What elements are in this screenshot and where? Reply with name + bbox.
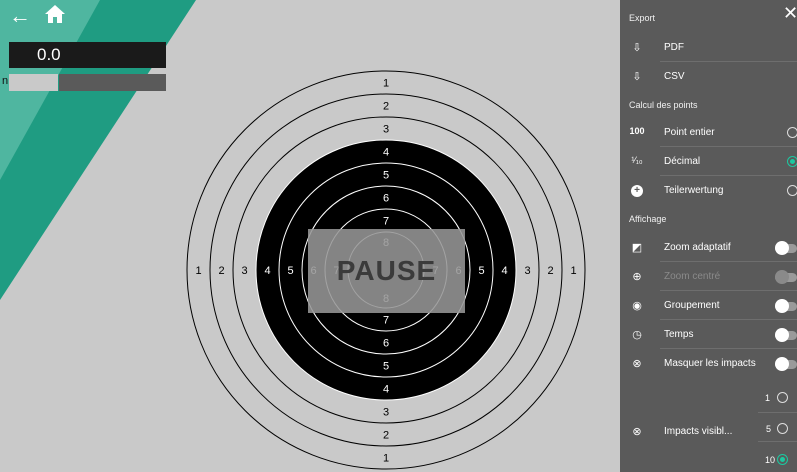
- section-export-title: Export: [629, 13, 656, 23]
- zoom-adaptive-item[interactable]: ◩ Zoom adaptatif: [620, 233, 797, 262]
- impacts-option-10-label: 10: [765, 455, 776, 465]
- impacts-option-1-label: 1: [765, 393, 771, 403]
- ring-label: 5: [383, 361, 389, 373]
- export-pdf-label: PDF: [664, 42, 684, 53]
- zoom-adaptive-toggle[interactable]: [775, 241, 797, 255]
- crop-icon: ◩: [631, 242, 643, 254]
- progress-bar-track: [9, 74, 58, 91]
- ring-side-label: 1: [570, 265, 576, 277]
- ring-label: 2: [383, 430, 389, 442]
- ring-label: 1: [383, 453, 389, 465]
- export-csv-label: CSV: [664, 71, 685, 82]
- time-item[interactable]: ◷ Temps: [620, 320, 797, 349]
- impacts-option-5-radio[interactable]: [777, 423, 788, 434]
- pause-label[interactable]: PAUSE: [308, 229, 465, 313]
- points-decimal-radio[interactable]: [787, 156, 797, 167]
- section-display-title: Affichage: [629, 214, 667, 224]
- download-icon: ⇩: [632, 42, 642, 54]
- home-icon[interactable]: [44, 4, 66, 29]
- ring-label: 4: [383, 384, 389, 396]
- ring-side-label: 4: [264, 265, 270, 277]
- plus-circle-icon: +: [631, 185, 643, 197]
- hide-impacts-toggle[interactable]: [775, 357, 797, 371]
- points-teiler-radio[interactable]: [787, 185, 797, 196]
- settings-panel: Export ✕ ⇩ PDF ⇩ CSV Calcul des points 1…: [620, 0, 797, 472]
- ring-label: 1: [383, 78, 389, 90]
- crosshair-icon: ⊕: [632, 271, 642, 283]
- time-label: Temps: [664, 329, 694, 340]
- progress-bar-fill: [59, 74, 166, 91]
- ring-label: 7: [383, 315, 389, 327]
- hide-impacts-label: Masquer les impacts: [664, 358, 756, 369]
- ring-label: 6: [383, 338, 389, 350]
- decimal-icon: ¹⁄₁₀: [631, 155, 643, 165]
- ring-label: 7: [383, 216, 389, 228]
- ring-label: 2: [383, 101, 389, 113]
- ring-label: 3: [383, 407, 389, 419]
- ring-label: 5: [383, 170, 389, 182]
- zoom-centered-toggle: [775, 270, 797, 284]
- target-area: 112233445566778811223344556677 ← 0.0 n P…: [0, 0, 620, 472]
- bar-label: n: [2, 75, 9, 87]
- grouping-label: Groupement: [664, 300, 720, 311]
- score-value: 0.0: [37, 45, 61, 64]
- ring-label: 6: [383, 193, 389, 205]
- eye-icon: ◉: [632, 300, 642, 312]
- ring-label: 3: [383, 124, 389, 136]
- hide-impacts-item[interactable]: ⊗ Masquer les impacts: [620, 349, 797, 378]
- back-arrow-icon[interactable]: ←: [9, 4, 31, 28]
- grouping-toggle[interactable]: [775, 299, 797, 313]
- points-teiler-label: Teilerwertung: [664, 185, 724, 196]
- ring-side-label: 2: [218, 265, 224, 277]
- ring-side-label: 5: [478, 265, 484, 277]
- zoom-centered-label: Zoom centré: [664, 271, 721, 282]
- time-toggle[interactable]: [775, 328, 797, 342]
- impacts-option-5-label: 5: [766, 424, 772, 434]
- visible-impacts-icon: ⊗: [632, 426, 642, 438]
- ring-side-label: 5: [287, 265, 293, 277]
- timer-icon: ◷: [632, 329, 642, 341]
- section-points-title: Calcul des points: [629, 100, 698, 110]
- export-pdf-item[interactable]: ⇩ PDF: [620, 33, 797, 62]
- close-icon[interactable]: ✕: [783, 3, 797, 24]
- ring-label: 4: [383, 147, 389, 159]
- integer-icon: 100: [629, 126, 645, 136]
- visible-impacts-label: Impacts visibl...: [664, 426, 733, 437]
- points-integer-option[interactable]: 100 Point entier: [620, 118, 797, 147]
- points-teiler-option[interactable]: + Teilerwertung: [620, 176, 797, 205]
- points-integer-radio[interactable]: [787, 127, 797, 138]
- ring-side-label: 1: [195, 265, 201, 277]
- ring-side-label: 4: [501, 265, 507, 277]
- export-csv-item[interactable]: ⇩ CSV: [620, 62, 797, 91]
- points-decimal-option[interactable]: ¹⁄₁₀ Décimal: [620, 147, 797, 176]
- impacts-option-1-radio[interactable]: [777, 392, 788, 403]
- points-decimal-label: Décimal: [664, 156, 701, 167]
- ring-side-label: 3: [241, 265, 247, 277]
- ring-side-label: 2: [547, 265, 553, 277]
- impacts-option-10-radio[interactable]: [777, 454, 788, 465]
- zoom-adaptive-label: Zoom adaptatif: [664, 242, 731, 253]
- grouping-item[interactable]: ◉ Groupement: [620, 291, 797, 320]
- zoom-centered-item: ⊕ Zoom centré: [620, 262, 797, 291]
- score-display: 0.0: [9, 42, 166, 68]
- download-icon: ⇩: [632, 71, 642, 83]
- hide-impacts-icon: ⊗: [632, 358, 642, 370]
- ring-side-label: 3: [524, 265, 530, 277]
- points-integer-label: Point entier: [664, 127, 715, 138]
